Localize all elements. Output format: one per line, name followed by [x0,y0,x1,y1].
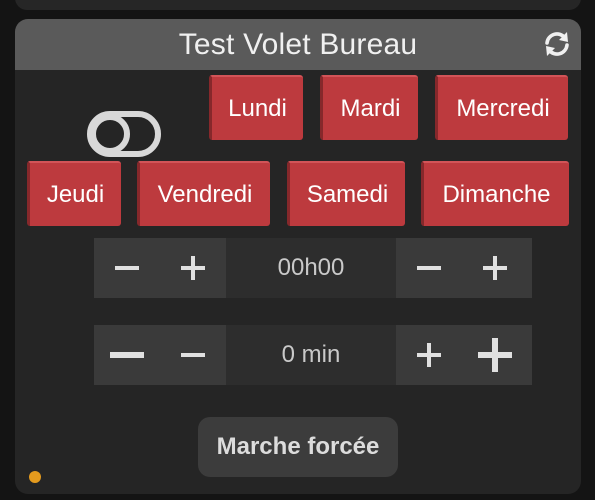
force-run-button[interactable]: Marche forcée [198,417,398,477]
offset-minus-button[interactable] [160,325,226,385]
minus-icon [417,266,441,270]
minus-icon [110,352,144,358]
plus-icon [181,256,205,280]
minus-icon [181,353,205,357]
hour-minus-button[interactable] [94,238,160,298]
plus-icon [483,256,507,280]
status-indicator-dot [29,471,41,483]
day-button-mardi[interactable]: Mardi [320,75,418,140]
refresh-icon[interactable] [543,30,571,58]
minute-plus-button[interactable] [462,238,528,298]
offset-plus-button[interactable] [396,325,462,385]
plus-icon [478,338,512,372]
day-button-samedi[interactable]: Samedi [287,161,405,226]
plus-icon [417,343,441,367]
time-control: 00h00 [94,238,532,298]
day-button-lundi[interactable]: Lundi [209,75,303,140]
day-button-jeudi[interactable]: Jeudi [27,161,121,226]
day-button-dimanche[interactable]: Dimanche [421,161,569,226]
day-button-vendredi[interactable]: Vendredi [137,161,270,226]
previous-card-edge [15,0,581,10]
offset-value: 0 min [226,325,396,385]
card-title: Test Volet Bureau [178,28,418,61]
hour-plus-button[interactable] [160,238,226,298]
offset-large-plus-button[interactable] [462,325,528,385]
toggle-icon[interactable] [87,111,161,157]
day-button-mercredi[interactable]: Mercredi [435,75,568,140]
time-value: 00h00 [226,238,396,298]
minute-minus-button[interactable] [396,238,462,298]
offset-control: 0 min [94,325,532,385]
offset-large-minus-button[interactable] [94,325,160,385]
minus-icon [115,266,139,270]
